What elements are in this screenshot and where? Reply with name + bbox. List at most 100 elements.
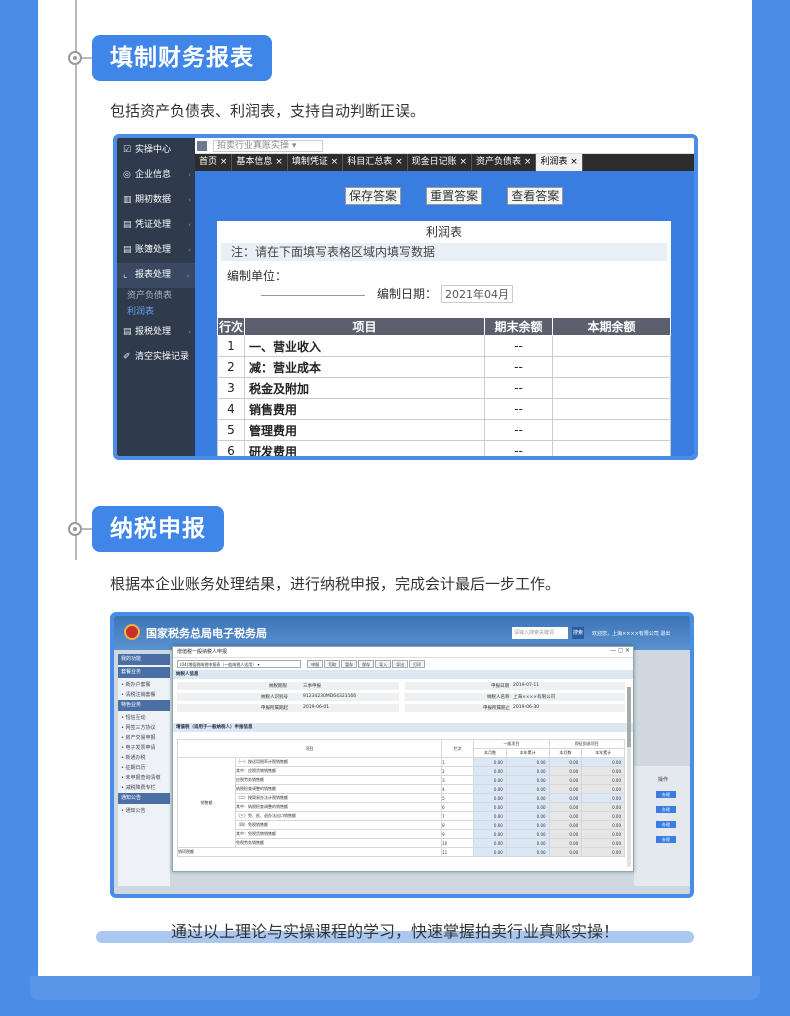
grid-value-cell[interactable]: 0.00 <box>473 766 507 776</box>
sidebar-item[interactable]: ▥ 期初数据 ‹ <box>117 188 195 213</box>
grid-value-cell[interactable]: 0.00 <box>505 811 550 821</box>
grid-value-cell[interactable]: 0.00 <box>548 820 583 830</box>
grid-value-cell[interactable]: 0.00 <box>581 811 625 821</box>
table-cell[interactable]: -- <box>484 398 553 420</box>
sidebar-item[interactable]: ☑ 实操中心 <box>117 138 195 163</box>
sidebar-link[interactable]: • 新通办税 <box>118 753 170 763</box>
grid-value-cell[interactable]: 0.00 <box>581 820 625 830</box>
grid-value-cell[interactable]: 0.00 <box>548 847 583 857</box>
grid-value-cell[interactable]: 0.00 <box>473 838 507 848</box>
sidebar-link[interactable]: • 通知公告 <box>118 806 170 816</box>
sidebar-link[interactable]: • 清税注销套餐 <box>118 690 170 700</box>
sidebar-section-header[interactable]: 套餐业务 <box>118 667 170 678</box>
search-input[interactable]: 请输入搜索关键词 <box>512 627 568 639</box>
grid-value-cell[interactable]: 0.00 <box>548 829 583 839</box>
table-cell-input[interactable] <box>552 419 671 441</box>
menu-toggle-icon[interactable] <box>197 141 207 151</box>
grid-value-cell[interactable]: 0.00 <box>548 793 583 803</box>
grid-value-cell[interactable]: 0.00 <box>581 802 625 812</box>
grid-value-cell[interactable]: 0.00 <box>581 847 625 857</box>
sidebar-item[interactable]: ◎ 企业信息 ‹ <box>117 163 195 188</box>
table-cell-input[interactable] <box>552 377 671 399</box>
sidebar-section-header[interactable]: 特色业务 <box>118 700 170 711</box>
table-cell-input[interactable] <box>552 398 671 420</box>
grid-value-cell[interactable]: 0.00 <box>473 775 507 785</box>
grid-value-cell[interactable]: 0.00 <box>473 847 507 857</box>
toolbar-button[interactable]: 写取 <box>324 660 341 668</box>
sidebar-link[interactable]: • 房产交易申报 <box>118 733 170 743</box>
sidebar-subitem[interactable]: 利润表 <box>117 304 195 320</box>
tab[interactable]: 填制凭证 × <box>288 154 344 171</box>
toolbar-button[interactable]: 导出 <box>392 660 409 668</box>
form-select[interactable]: (04)增值税纳税申报表（一般纳税人适用） ▾ <box>177 660 301 668</box>
grid-value-cell[interactable]: 0.00 <box>505 757 550 767</box>
sidebar-link[interactable]: • 减税降费专栏 <box>118 783 170 793</box>
handle-button[interactable]: 办理 <box>656 791 676 798</box>
sidebar-item[interactable]: ▤ 凭证处理 ‹ <box>117 213 195 238</box>
grid-value-cell[interactable]: 0.00 <box>473 820 507 830</box>
table-cell-input[interactable] <box>552 335 671 357</box>
tab[interactable]: 首页 × <box>195 154 233 171</box>
sidebar-link[interactable]: • 征期日历 <box>118 763 170 773</box>
unit-input[interactable] <box>261 295 365 296</box>
date-field[interactable]: 2021年04月 <box>441 285 514 303</box>
table-cell[interactable]: -- <box>484 440 553 456</box>
handle-button[interactable]: 办理 <box>656 821 676 828</box>
sidebar-section-header[interactable]: 我的功能 <box>118 654 170 665</box>
toolbar-button[interactable]: 保存 <box>358 660 375 668</box>
sidebar-link[interactable]: • 电子发票申请 <box>118 743 170 753</box>
table-cell[interactable]: -- <box>484 335 553 357</box>
sidebar-item[interactable]: ⌞ 报表处理 ⌄ <box>117 263 195 288</box>
table-cell[interactable]: -- <box>484 377 553 399</box>
grid-value-cell[interactable]: 0.00 <box>505 775 550 785</box>
toolbar-button[interactable]: 打印 <box>409 660 426 668</box>
grid-value-cell[interactable]: 0.00 <box>581 775 625 785</box>
grid-value-cell[interactable]: 0.00 <box>505 802 550 812</box>
sidebar-item[interactable]: ▤ 账簿处理 ‹ <box>117 238 195 263</box>
tab[interactable]: 利润表 × <box>536 154 583 171</box>
grid-value-cell[interactable]: 0.00 <box>473 784 507 794</box>
grid-value-cell[interactable]: 0.00 <box>581 757 625 767</box>
table-cell[interactable]: -- <box>484 419 553 441</box>
grid-value-cell[interactable]: 0.00 <box>505 829 550 839</box>
grid-value-cell[interactable]: 0.00 <box>581 829 625 839</box>
search-button[interactable]: 搜索 <box>572 627 584 639</box>
sidebar-link[interactable]: • 新办户套餐 <box>118 680 170 690</box>
close-icon[interactable]: — ◻ ✕ <box>610 647 630 654</box>
industry-select[interactable]: 拍卖行业真账实操 ▾ <box>213 140 323 152</box>
sidebar-link[interactable]: • 未申报查询清缴 <box>118 773 170 783</box>
toolbar-button[interactable]: 暂存 <box>341 660 358 668</box>
grid-value-cell[interactable]: 0.00 <box>505 820 550 830</box>
grid-value-cell[interactable]: 0.00 <box>473 802 507 812</box>
grid-value-cell[interactable]: 0.00 <box>505 784 550 794</box>
table-cell-input[interactable] <box>552 440 671 456</box>
sidebar-subitem[interactable]: 资产负债表 <box>117 288 195 304</box>
grid-value-cell[interactable]: 0.00 <box>548 766 583 776</box>
grid-value-cell[interactable]: 0.00 <box>548 811 583 821</box>
grid-value-cell[interactable]: 0.00 <box>473 757 507 767</box>
grid-value-cell[interactable]: 0.00 <box>548 784 583 794</box>
grid-value-cell[interactable]: 0.00 <box>505 793 550 803</box>
sidebar-link[interactable]: • 短信互动 <box>118 713 170 723</box>
grid-value-cell[interactable]: 0.00 <box>548 838 583 848</box>
grid-value-cell[interactable]: 0.00 <box>581 838 625 848</box>
table-cell[interactable]: -- <box>484 356 553 378</box>
save-answer-button[interactable]: 保存答案 <box>345 187 402 205</box>
toolbar-button[interactable]: 导入 <box>375 660 392 668</box>
grid-value-cell[interactable]: 0.00 <box>505 766 550 776</box>
sidebar-link[interactable]: • 网签三方协议 <box>118 723 170 733</box>
grid-value-cell[interactable]: 0.00 <box>473 793 507 803</box>
modal-scrollbar[interactable] <box>627 687 631 867</box>
handle-button[interactable]: 办理 <box>656 836 676 843</box>
grid-value-cell[interactable]: 0.00 <box>473 829 507 839</box>
grid-value-cell[interactable]: 0.00 <box>548 802 583 812</box>
handle-button[interactable]: 办理 <box>656 806 676 813</box>
reset-answer-button[interactable]: 重置答案 <box>426 187 483 205</box>
grid-value-cell[interactable]: 0.00 <box>581 766 625 776</box>
sidebar-section-header[interactable]: 通知公告 <box>118 793 170 804</box>
grid-value-cell[interactable]: 0.00 <box>581 784 625 794</box>
tab[interactable]: 现金日记账 × <box>408 154 473 171</box>
grid-value-cell[interactable]: 0.00 <box>548 775 583 785</box>
grid-value-cell[interactable]: 0.00 <box>581 793 625 803</box>
tab[interactable]: 基本信息 × <box>232 154 288 171</box>
